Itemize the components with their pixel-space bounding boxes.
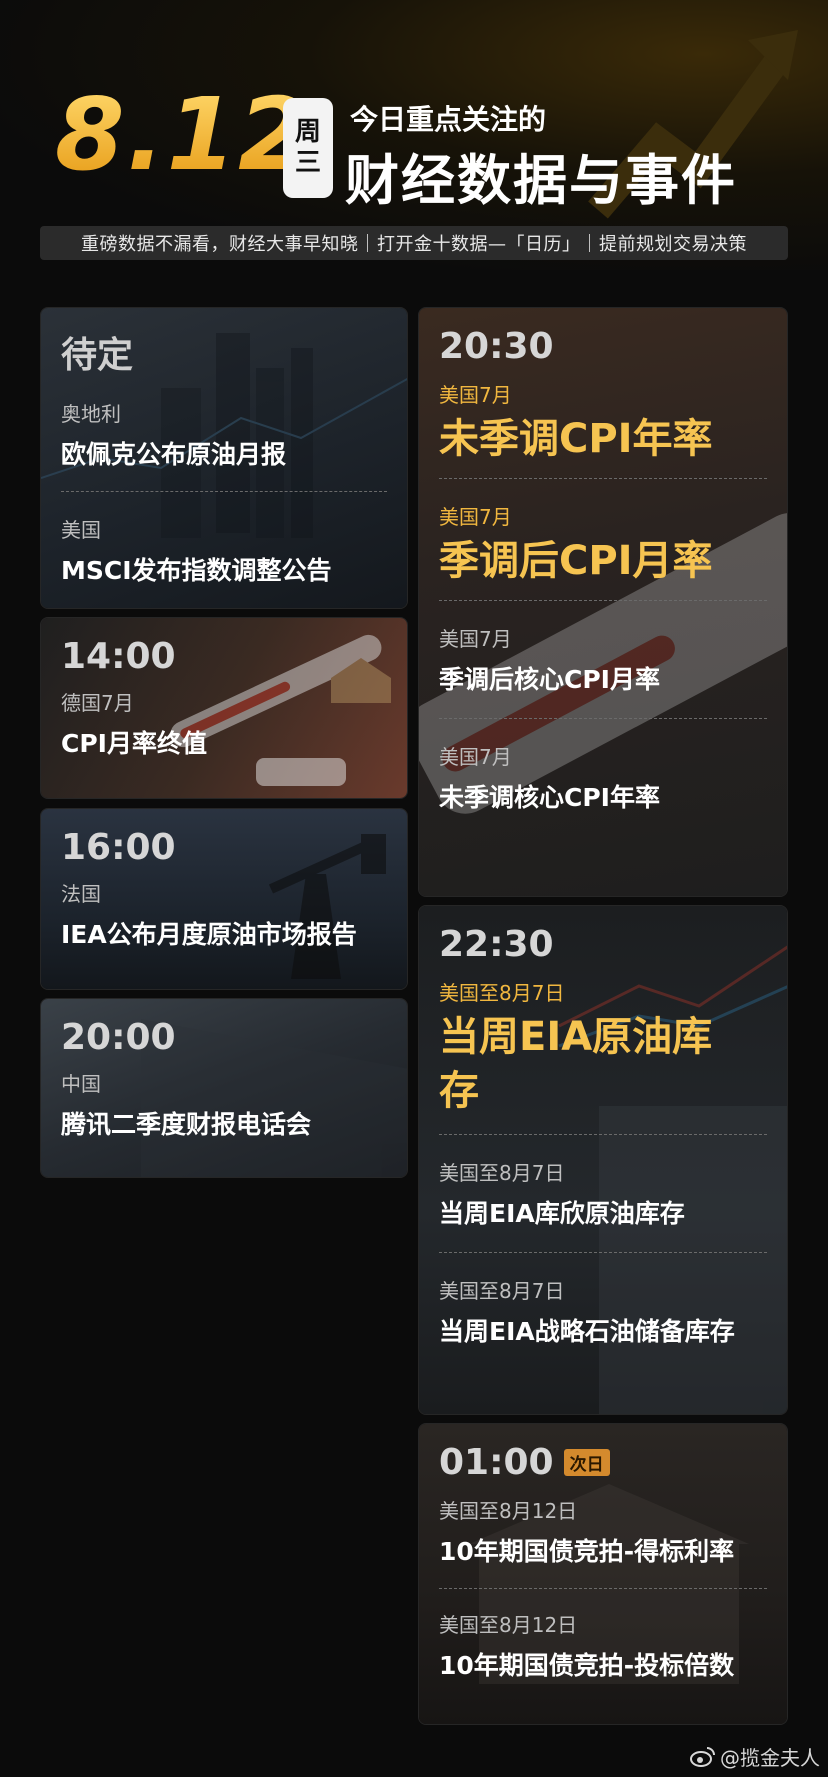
event-label: IEA公布月度原油市场报告 <box>61 920 357 949</box>
title-line1: 今日重点关注的 <box>350 103 547 136</box>
country-label: 美国至8月7日 <box>439 981 565 1005</box>
weekday-top: 周 <box>294 116 321 147</box>
country-label: 美国7月 <box>439 383 512 407</box>
date: 8.12 <box>55 76 310 193</box>
footer-handle: @揽金夫人 <box>720 1746 820 1770</box>
subtitle-bar: 重磅数据不漏看，财经大事早知晓｜打开金十数据—「日历」｜提前规划交易决策 <box>40 226 788 260</box>
country-label: 法国 <box>61 882 101 906</box>
event-label: CPI月率终值 <box>61 729 207 758</box>
event-label: 当周EIA原油库存 <box>439 1014 713 1114</box>
weekday-bottom: 三 <box>294 148 321 178</box>
time-label: 20:00 <box>61 1017 176 1058</box>
time-label: 20:30 <box>439 326 554 367</box>
event-label: 10年期国债竞拍-得标利率 <box>439 1537 735 1566</box>
event-label: 腾讯二季度财报电话会 <box>61 1110 312 1139</box>
card-1400: 14:00 德国7月 CPI月率终值 <box>40 617 408 799</box>
card-2030: 20:30 美国7月 未季调CPI年率 美国7月 季调后CPI月率 美国7月 季… <box>418 307 788 897</box>
event-label: 未季调核心CPI年率 <box>439 783 660 812</box>
country-label: 美国 <box>61 518 101 542</box>
country-label: 奥地利 <box>61 402 121 426</box>
time-label: 22:30 <box>439 924 554 965</box>
time-label: 16:00 <box>61 827 176 868</box>
weekday-badge: 周 三 <box>283 98 333 198</box>
country-label: 美国至8月7日 <box>439 1161 565 1185</box>
footer-watermark: @揽金夫人 <box>690 1742 820 1771</box>
card-0100: 01:00 次日 美国至8月12日 10年期国债竞拍-得标利率 美国至8月12日… <box>418 1423 788 1725</box>
country-label: 美国至8月7日 <box>439 1279 565 1303</box>
country-label: 美国7月 <box>439 627 512 651</box>
time-row: 01:00 次日 <box>439 1442 767 1483</box>
card-2000: 20:00 中国 腾讯二季度财报电话会 <box>40 998 408 1178</box>
card-2230: 22:30 美国至8月7日 当周EIA原油库存 美国至8月7日 当周EIA库欣原… <box>418 905 788 1415</box>
header: 8.12 周 三 今日重点关注的 财经数据与事件 重磅数据不漏看，财经大事早知晓… <box>0 0 828 270</box>
event-label: 当周EIA战略石油储备库存 <box>439 1317 735 1346</box>
time-label: 14:00 <box>61 636 176 677</box>
event-label: 季调后核心CPI月率 <box>439 665 660 694</box>
next-day-badge: 次日 <box>563 1449 610 1476</box>
event-label: 未季调CPI年率 <box>439 416 713 462</box>
title-line2: 财经数据与事件 <box>345 149 737 212</box>
event-label: MSCI发布指数调整公告 <box>61 556 332 585</box>
event-label: 10年期国债竞拍-投标倍数 <box>439 1651 735 1680</box>
time-label: 待定 <box>61 335 134 376</box>
event-label: 当周EIA库欣原油库存 <box>439 1199 685 1228</box>
card-pending: 待定 奥地利 欧佩克公布原油月报 美国 MSCI发布指数调整公告 <box>40 307 408 609</box>
country-label: 美国至8月12日 <box>439 1499 578 1523</box>
country-label: 美国7月 <box>439 745 512 769</box>
country-label: 美国7月 <box>439 505 512 529</box>
event-label: 欧佩克公布原油月报 <box>61 440 287 469</box>
weibo-icon <box>690 1746 715 1767</box>
event-label: 季调后CPI月率 <box>439 538 713 584</box>
country-label: 美国至8月12日 <box>439 1613 578 1637</box>
time-label: 01:00 <box>439 1442 554 1483</box>
country-label: 中国 <box>61 1072 101 1096</box>
card-1600: 16:00 法国 IEA公布月度原油市场报告 <box>40 808 408 990</box>
country-label: 德国7月 <box>61 691 134 715</box>
